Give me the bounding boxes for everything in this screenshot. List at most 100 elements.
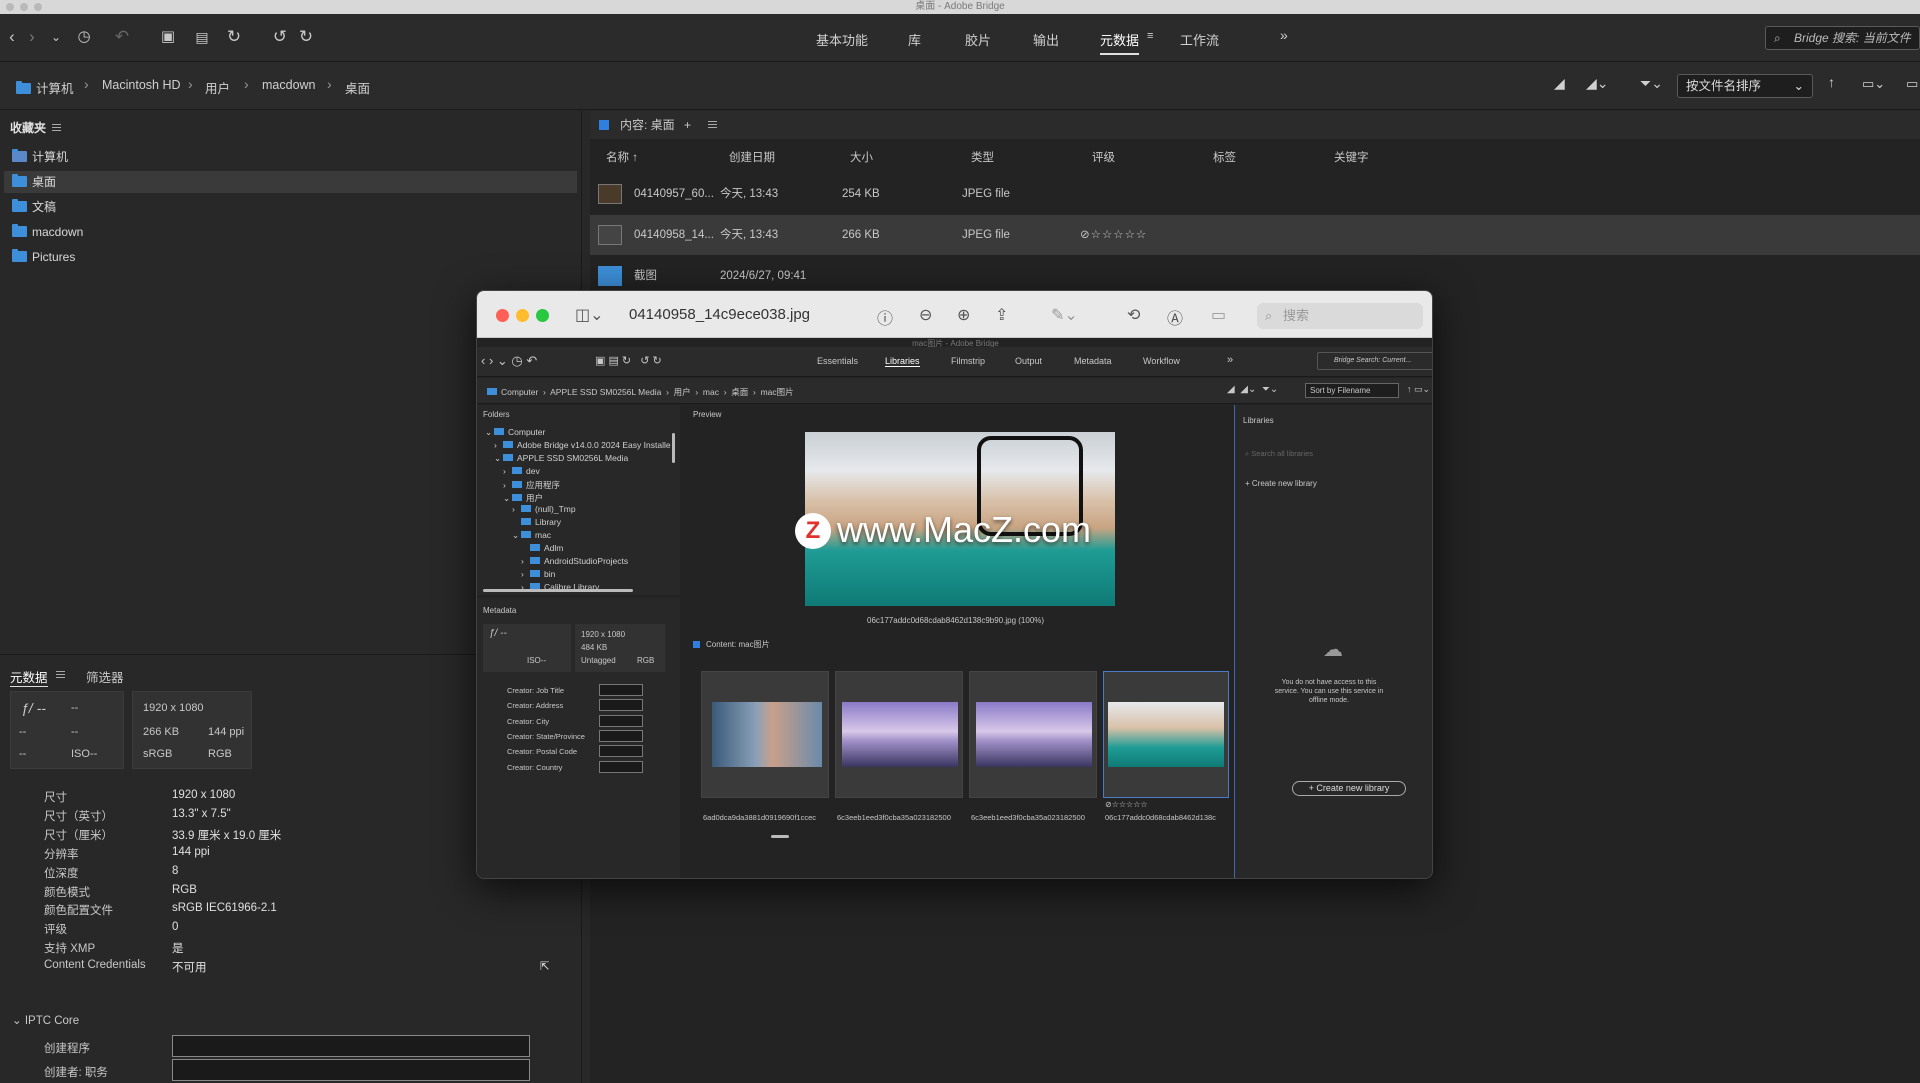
mountain-thumbnail [976, 702, 1092, 767]
bridge-search-input[interactable]: ⌕ Bridge 搜索: 当前文件 [1765, 26, 1920, 50]
favorite-item-pictures[interactable]: Pictures [4, 246, 577, 268]
inner-metadata-title: Metadata [483, 606, 517, 615]
new-folder-icon[interactable]: ▭ [1906, 76, 1918, 92]
creator-jobtitle-input[interactable] [172, 1059, 530, 1081]
star-rating[interactable]: ⊘☆☆☆☆☆ [1080, 215, 1147, 255]
tab-metadata[interactable]: 元数据 [10, 667, 48, 687]
zoom-window-dot[interactable] [536, 309, 549, 322]
workspace-tab[interactable]: 胶片 [965, 30, 991, 49]
column-header-type[interactable]: 类型 [971, 149, 994, 165]
folder-icon [12, 199, 27, 212]
refine-icon[interactable]: ▤ [190, 26, 214, 48]
inner-sort: Sort by Filename [1305, 383, 1399, 398]
rotate-icon[interactable]: ⟲ [1127, 305, 1140, 325]
rating-filter-icon[interactable]: ◢⌄ [1586, 75, 1609, 92]
field-value: 33.9 厘米 x 19.0 厘米 [172, 829, 282, 842]
file-name: 04140957_60... [634, 188, 714, 200]
file-type: JPEG file [962, 229, 1010, 241]
breadcrumb-macdown[interactable]: macdown [262, 78, 316, 92]
workspace-tab[interactable]: 输出 [1033, 30, 1059, 49]
add-icon[interactable]: + [684, 111, 691, 139]
zoom-in-icon[interactable]: ⊕ [957, 305, 970, 325]
inner-size: 484 KB [581, 643, 608, 652]
info-icon[interactable]: ⓘ [877, 305, 893, 329]
inner-folders-title: Folders [483, 410, 510, 419]
creator-input[interactable] [172, 1035, 530, 1057]
open-recent-icon[interactable]: ▭⌄ [1862, 76, 1885, 92]
sidebar-toggle-icon[interactable]: ◫⌄ [575, 305, 604, 325]
markup-pen-icon[interactable]: ✎⌄ [1051, 305, 1078, 325]
panel-menu-icon[interactable] [56, 671, 65, 678]
workspace-tab-active[interactable]: 元数据 [1100, 30, 1140, 55]
column-header-rating[interactable]: 评级 [1092, 149, 1115, 165]
favorite-item-documents[interactable]: 文稿 [4, 196, 577, 218]
table-row[interactable]: 04140957_60... 今天, 13:43 254 KB JPEG fil… [590, 174, 1920, 214]
sync-icon[interactable]: ↻ [222, 26, 246, 48]
open-external-icon[interactable]: ⇱ [540, 959, 550, 973]
column-header-keywords[interactable]: 关键字 [1334, 149, 1369, 165]
quality-icon[interactable]: ◢ [1554, 75, 1565, 92]
inner-thumb-cell [969, 671, 1097, 798]
inner-lib-search: ⌕ Search all libraries [1245, 449, 1313, 458]
panel-menu-icon[interactable] [52, 124, 62, 131]
breadcrumb-macintosh-hd[interactable]: Macintosh HD [102, 78, 181, 92]
workspace-tab[interactable]: 基本功能 [816, 30, 868, 49]
markup-icon[interactable]: Ⓐ [1167, 305, 1183, 329]
overflow-chevron-icon[interactable]: » [1280, 27, 1288, 43]
inner-toolbar: ‹ › ⌄ ◷ ↶ ▣ ▤ ↻ ↺ ↻ Essentials Libraries… [477, 347, 1432, 377]
focal-value: -- [71, 726, 79, 738]
recent-history-icon[interactable]: ◷ [72, 26, 96, 48]
column-header-name[interactable]: 名称 ↑ [606, 149, 638, 165]
table-row-selected[interactable]: 04140958_14... 今天, 13:43 266 KB JPEG fil… [590, 215, 1920, 255]
filter-icon[interactable]: ⏷⌄ [1640, 75, 1663, 92]
breadcrumb-desktop[interactable]: 桌面 [345, 78, 370, 97]
forward-arrow-icon[interactable]: › [20, 26, 44, 48]
favorite-item-computer[interactable]: 计算机 [4, 146, 577, 168]
workspace-menu-icon[interactable]: ≡ [1147, 30, 1153, 42]
window-titlebar: 桌面 - Adobe Bridge [0, 0, 1920, 14]
rotate-right-icon[interactable]: ↻ [294, 26, 318, 48]
inner-libraries-title: Libraries [1243, 416, 1274, 425]
rotate-left-icon[interactable]: ↺ [268, 26, 292, 48]
inner-meta-input [599, 714, 643, 727]
share-icon[interactable]: ⇪ [995, 305, 1008, 325]
sort-up-icon: ↑ [632, 152, 638, 164]
inner-meta-input [599, 760, 643, 773]
column-header-label[interactable]: 标签 [1213, 149, 1236, 165]
inner-meta-input [599, 745, 643, 758]
favorite-item-desktop[interactable]: 桌面 [4, 171, 577, 193]
inner-thumb-label: 6c3eeb1eed3f0cba35a023182500 [837, 813, 951, 822]
panel-menu-icon[interactable] [708, 121, 717, 128]
zoom-out-icon[interactable]: ⊖ [919, 305, 932, 325]
field-value: 0 [172, 921, 179, 934]
column-header-date[interactable]: 创建日期 [729, 149, 775, 165]
tab-filter[interactable]: 筛选器 [86, 667, 124, 686]
workspace-tab[interactable]: 工作流 [1180, 30, 1219, 49]
close-window-dot[interactable] [496, 309, 509, 322]
inner-metadata-panel: Metadata ƒ/ -- ISO-- 1920 x 1080 484 KB … [477, 598, 680, 878]
preview-search-input[interactable]: ⌕ 搜索 [1257, 303, 1423, 329]
minimize-window-dot[interactable] [516, 309, 529, 322]
minimize-window-dot[interactable] [20, 3, 28, 11]
inner-thumb-label: 6ad0dca9da3881d0919690f1ccec [703, 813, 817, 822]
breadcrumb-computer[interactable]: 计算机 [16, 78, 74, 97]
breadcrumb-users[interactable]: 用户 [205, 78, 230, 97]
chevron-down-icon[interactable]: ⌄ [44, 26, 68, 48]
close-window-dot[interactable] [6, 3, 14, 11]
sort-select[interactable]: 按文件名排序 ⌄ [1677, 74, 1813, 98]
boomerang-icon[interactable]: ↶ [110, 26, 134, 48]
inner-meta-label: Creator: Address [507, 701, 564, 711]
column-header-size[interactable]: 大小 [850, 149, 873, 165]
computer-icon [12, 149, 27, 162]
inner-tree-item: ⌄ mac [512, 530, 552, 541]
favorite-item-macdown[interactable]: macdown [4, 221, 577, 243]
workspace-tab[interactable]: 库 [908, 30, 921, 49]
form-fill-icon[interactable]: ▭ [1211, 305, 1226, 325]
inner-tree-item: ⌄ Computer [485, 427, 546, 437]
field-value: 1920 x 1080 [172, 789, 236, 801]
zoom-window-dot[interactable] [34, 3, 42, 11]
overflow-chevron-icon: » [1227, 354, 1234, 366]
sort-direction-icon[interactable]: ↑ [1828, 74, 1835, 90]
iptc-section-toggle[interactable]: ⌄ IPTC Core [12, 1013, 79, 1027]
camera-import-icon[interactable]: ▣ [156, 26, 180, 48]
